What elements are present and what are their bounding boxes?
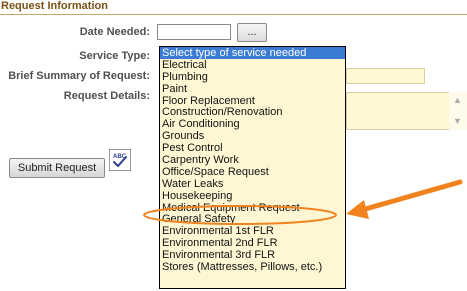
scroll-up-icon[interactable]: ▲	[453, 95, 462, 105]
spellcheck-icon[interactable]: ABC	[109, 149, 131, 171]
submit-request-button[interactable]: Submit Request	[9, 158, 105, 178]
dropdown-option[interactable]: General Safety	[160, 213, 345, 226]
dropdown-option[interactable]: Select type of service needed	[160, 47, 345, 59]
dropdown-option[interactable]: Plumbing	[160, 71, 345, 83]
service-type-label: Service Type:	[79, 50, 150, 62]
section-title: Request Information	[1, 0, 108, 12]
date-picker-button[interactable]: ...	[237, 23, 267, 42]
dropdown-option[interactable]: Environmental 2nd FLR	[160, 237, 345, 249]
dropdown-option[interactable]: Carpentry Work	[160, 154, 345, 166]
dropdown-option[interactable]: Air Conditioning	[160, 118, 345, 130]
spellcheck-icon-graphic: ABC	[113, 154, 127, 167]
service-type-dropdown-list[interactable]: Select type of service needed Electrical…	[159, 46, 346, 289]
dropdown-option[interactable]: Electrical	[160, 59, 345, 71]
date-needed-input[interactable]	[157, 24, 231, 40]
summary-label: Brief Summary of Request:	[8, 70, 150, 82]
dropdown-option[interactable]: Grounds	[160, 130, 345, 142]
arrow-head	[346, 200, 369, 219]
summary-input[interactable]	[346, 68, 425, 84]
dropdown-option[interactable]: Stores (Mattresses, Pillows, etc.)	[160, 261, 345, 273]
scroll-down-icon[interactable]: ▼	[453, 116, 462, 126]
details-label: Request Details:	[63, 90, 150, 102]
dropdown-option[interactable]: Housekeeping	[160, 190, 345, 202]
dropdown-option-medical-equipment[interactable]: Medical Equipment Request	[160, 202, 345, 214]
arrow-left-icon	[359, 179, 463, 213]
details-textarea[interactable]	[346, 92, 466, 130]
section-divider	[0, 14, 467, 15]
date-needed-label: Date Needed:	[79, 26, 150, 38]
dropdown-option[interactable]: Environmental 1st FLR	[160, 225, 345, 237]
dropdown-option[interactable]: Water Leaks	[160, 178, 345, 190]
dropdown-option[interactable]: Floor Replacement	[160, 95, 345, 107]
dropdown-option[interactable]: Office/Space Request	[160, 166, 345, 178]
dropdown-option[interactable]: Pest Control	[160, 142, 345, 154]
dropdown-option[interactable]: Paint	[160, 83, 345, 95]
dropdown-option[interactable]: Environmental 3rd FLR	[160, 249, 345, 261]
dropdown-option[interactable]: Construction/Renovation	[160, 106, 345, 119]
details-scrollbar[interactable]: ▲ ▼	[449, 92, 467, 130]
